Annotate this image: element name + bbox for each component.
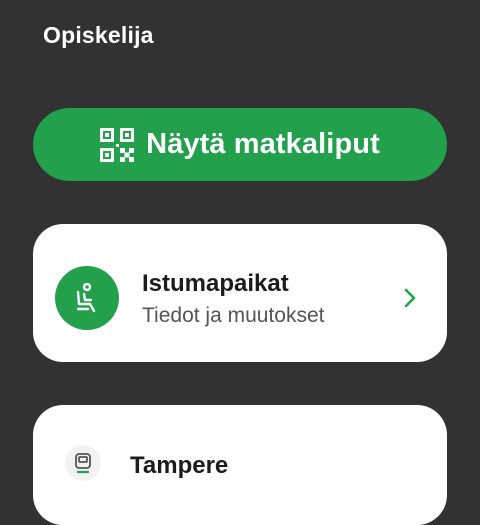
show-tickets-label: Näytä matkaliput — [146, 128, 380, 160]
trip-card[interactable]: Tampere — [33, 405, 447, 525]
profile-label: Opiskelija — [43, 22, 154, 48]
seat-icon — [76, 283, 96, 313]
seat-icon-badge — [55, 266, 119, 330]
seats-title: Istumapaikat — [142, 270, 289, 297]
qr-code-icon — [100, 127, 135, 162]
seats-card[interactable]: Istumapaikat Tiedot ja muutokset — [33, 224, 447, 362]
train-icon-badge — [65, 445, 101, 481]
chevron-right-icon — [404, 288, 416, 308]
trip-title: Tampere — [130, 452, 229, 479]
show-tickets-button[interactable]: Näytä matkaliput — [33, 108, 447, 181]
seats-subtitle: Tiedot ja muutokset — [142, 304, 325, 327]
train-icon — [75, 453, 91, 474]
